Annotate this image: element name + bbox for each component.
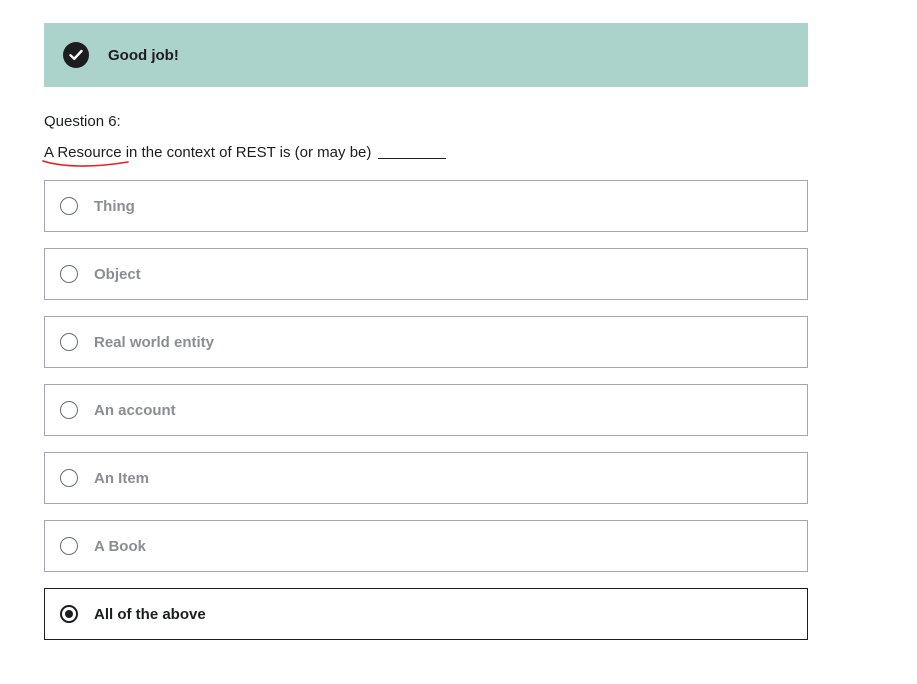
option-label: An account [94,401,176,419]
option-label: Object [94,265,141,283]
radio-icon[interactable] [60,265,78,283]
question-text-underlined: A Resource [42,144,129,167]
answer-options: Thing Object Real world entity An accoun… [44,180,808,656]
radio-dot [65,610,73,618]
option-thing[interactable]: Thing [44,180,808,232]
option-label: An Item [94,469,150,487]
banner-message: Good job! [108,46,179,64]
option-label: All of the above [94,605,206,623]
radio-icon[interactable] [60,401,78,419]
result-banner: Good job! [44,23,808,87]
question-text-part1: A Resource [44,144,122,161]
answer-blank [378,157,447,159]
option-label: Thing [94,197,135,215]
radio-icon[interactable] [60,537,78,555]
question-number: Question 6: [44,113,121,130]
radio-icon[interactable] [60,197,78,215]
question-text: A Resource in the context of REST is (or… [42,144,447,167]
option-real-world-entity[interactable]: Real world entity [44,316,808,368]
radio-icon[interactable] [60,469,78,487]
question-text-part2: in the context of REST is (or may be) [121,144,372,161]
option-an-account[interactable]: An account [44,384,808,436]
option-object[interactable]: Object [44,248,808,300]
option-all-of-the-above[interactable]: All of the above [44,588,808,640]
radio-selected-icon[interactable] [60,605,78,623]
check-icon [63,42,89,68]
option-a-book[interactable]: A Book [44,520,808,572]
option-an-item[interactable]: An Item [44,452,808,504]
option-label: A Book [94,537,146,555]
radio-icon[interactable] [60,333,78,351]
option-label: Real world entity [94,333,215,351]
